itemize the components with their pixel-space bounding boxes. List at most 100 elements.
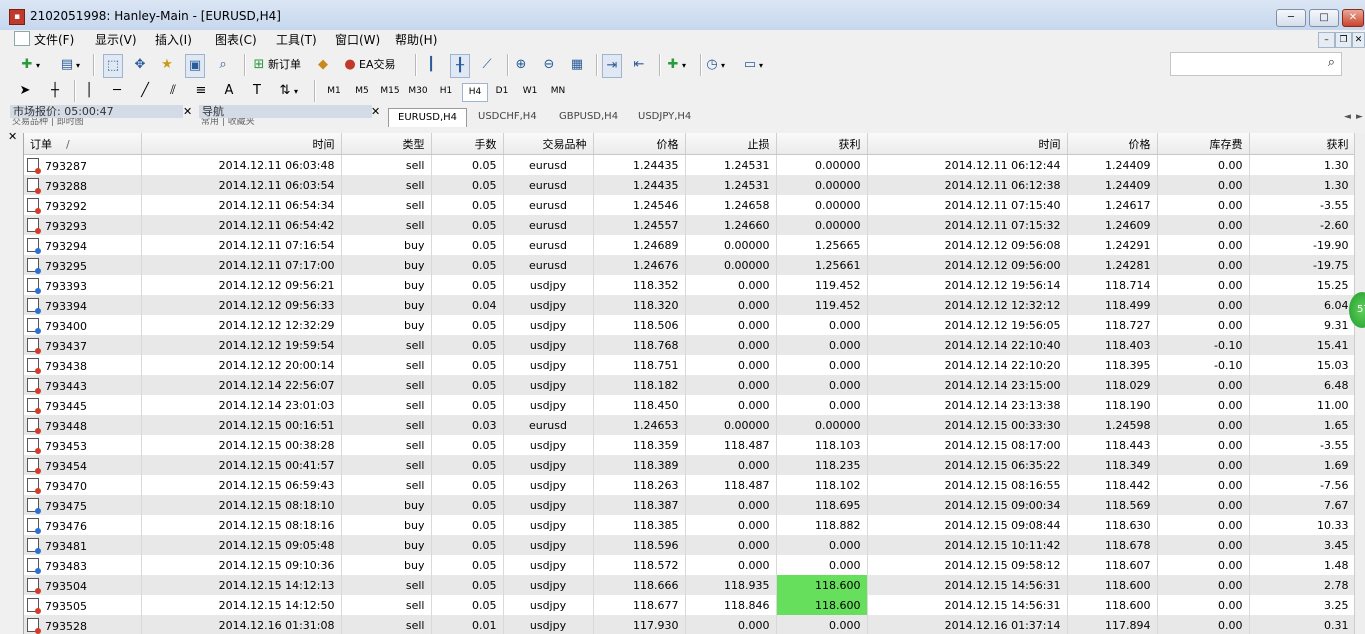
periods-button[interactable]: ◷ ▾ xyxy=(703,54,725,76)
maximize-button[interactable]: □ xyxy=(1309,9,1339,27)
data-window-button[interactable]: ✥ xyxy=(131,54,149,76)
cursor-button[interactable]: ➤ xyxy=(16,80,34,102)
profiles-button[interactable]: ▤ ▾ xyxy=(58,54,80,76)
column-header-order[interactable]: 订单 / xyxy=(24,133,142,155)
close-button[interactable]: ✕ xyxy=(1342,9,1364,27)
navigator-close-icon[interactable]: ✕ xyxy=(371,105,380,118)
strategy-tester-button[interactable]: ⌕ xyxy=(214,54,232,76)
column-header-close-price[interactable]: 价格 xyxy=(1067,133,1158,155)
table-row[interactable]: 793400 2014.12.12 12:32:29 buy 0.05 usdjpy 11… xyxy=(24,315,1355,335)
column-header-lots[interactable]: 手数 xyxy=(431,133,504,155)
table-row[interactable]: 793448 2014.12.15 00:16:51 sell 0.03 eurusd 1… xyxy=(24,415,1355,435)
timeframe-m1[interactable]: M1 xyxy=(322,83,346,100)
equidistant-channel-button[interactable]: ⫽ xyxy=(164,80,182,102)
menu-tools[interactable]: 工具(T) xyxy=(276,31,317,48)
table-row[interactable]: 793504 2014.12.15 14:12:13 sell 0.05 usdjpy 1… xyxy=(24,575,1355,595)
column-header-take-profit[interactable]: 获利 xyxy=(776,133,868,155)
tile-windows-button[interactable]: ▦ xyxy=(568,54,586,76)
timeframe-h1[interactable]: H1 xyxy=(434,83,458,100)
chart-tab-gbpusd[interactable]: GBPUSD,H4 xyxy=(550,108,627,126)
chart-tab-usdjpy[interactable]: USDJPY,H4 xyxy=(629,108,700,126)
navigator-toggle[interactable]: ★ xyxy=(158,54,176,76)
indicators-button[interactable]: ✚ ▾ xyxy=(664,54,686,76)
arrows-button[interactable]: ⇅ ▾ xyxy=(276,80,298,102)
table-row[interactable]: 793470 2014.12.15 06:59:43 sell 0.05 usdjpy 1… xyxy=(24,475,1355,495)
tab-scroll-right-icon[interactable]: ► xyxy=(1356,112,1363,122)
search-icon[interactable]: ⌕ xyxy=(1328,55,1335,70)
fibonacci-button[interactable]: ≡ xyxy=(192,80,210,102)
menu-help[interactable]: 帮助(H) xyxy=(395,31,437,48)
chart-shift-button[interactable]: ⇤ xyxy=(630,54,648,76)
candlestick-button[interactable]: ╂ xyxy=(450,54,470,78)
vertical-line-button[interactable]: │ xyxy=(80,80,98,102)
timeframe-m5[interactable]: M5 xyxy=(350,83,374,100)
templates-button[interactable]: ▭ ▾ xyxy=(741,54,763,76)
menu-insert[interactable]: 插入(I) xyxy=(155,31,192,48)
market-watch-tabs[interactable]: 交易品种 | 即时图 xyxy=(12,118,182,127)
mdi-minimize-button[interactable]: – xyxy=(1318,32,1335,48)
new-chart-button[interactable]: ✚ ▾ xyxy=(18,54,40,76)
new-order-button[interactable]: ⊞ 新订单 xyxy=(250,54,301,76)
chart-tab-eurusd[interactable]: EURUSD,H4 xyxy=(388,108,468,127)
table-row[interactable]: 793453 2014.12.15 00:38:28 sell 0.05 usdjpy 1… xyxy=(24,435,1355,455)
column-header-open-time[interactable]: 时间 xyxy=(141,133,342,155)
column-header-type[interactable]: 类型 xyxy=(341,133,432,155)
auto-scroll-button[interactable]: ⇥ xyxy=(602,54,622,78)
menu-window[interactable]: 窗口(W) xyxy=(335,31,380,48)
table-row[interactable]: 793483 2014.12.15 09:10:36 buy 0.05 usdjpy 11… xyxy=(24,555,1355,575)
mdi-close-button[interactable]: ✕ xyxy=(1352,32,1365,48)
minimize-button[interactable]: ─ xyxy=(1276,9,1306,27)
menu-charts[interactable]: 图表(C) xyxy=(215,31,257,48)
text-button[interactable]: A xyxy=(220,80,238,102)
column-header-open-price[interactable]: 价格 xyxy=(593,133,686,155)
table-row[interactable]: 793394 2014.12.12 09:56:33 buy 0.04 usdjpy 11… xyxy=(24,295,1355,315)
table-row[interactable]: 793476 2014.12.15 08:18:16 buy 0.05 usdjpy 11… xyxy=(24,515,1355,535)
table-row[interactable]: 793437 2014.12.12 19:59:54 sell 0.05 usdjpy 1… xyxy=(24,335,1355,355)
table-row[interactable]: 793505 2014.12.15 14:12:50 sell 0.05 usdjpy 1… xyxy=(24,595,1355,615)
table-row[interactable]: 793295 2014.12.11 07:17:00 buy 0.05 eurusd 1.… xyxy=(24,255,1355,275)
table-row[interactable]: 793445 2014.12.14 23:01:03 sell 0.05 usdjpy 1… xyxy=(24,395,1355,415)
table-row[interactable]: 793294 2014.12.11 07:16:54 buy 0.05 eurusd 1.… xyxy=(24,235,1355,255)
line-chart-button[interactable]: ⟋ xyxy=(478,54,496,76)
timeframe-h4[interactable]: H4 xyxy=(462,83,488,102)
menu-view[interactable]: 显示(V) xyxy=(95,31,137,48)
timeframe-w1[interactable]: W1 xyxy=(518,83,542,100)
market-watch-close-icon[interactable]: ✕ xyxy=(183,105,192,118)
column-header-profit[interactable]: 获利 xyxy=(1249,133,1355,155)
column-header-symbol[interactable]: 交易品种 xyxy=(503,133,594,155)
table-row[interactable]: 793393 2014.12.12 09:56:21 buy 0.05 usdjpy 11… xyxy=(24,275,1355,295)
column-header-close-time[interactable]: 时间 xyxy=(867,133,1068,155)
table-row[interactable]: 793454 2014.12.15 00:41:57 sell 0.05 usdjpy 1… xyxy=(24,455,1355,475)
trendline-button[interactable]: ╱ xyxy=(136,80,154,102)
zoom-in-button[interactable]: ⊕ xyxy=(512,54,530,76)
column-header-stop-loss[interactable]: 止损 xyxy=(685,133,777,155)
table-row[interactable]: 793528 2014.12.16 01:31:08 sell 0.01 usdjpy 1… xyxy=(24,615,1355,634)
timeframe-mn[interactable]: MN xyxy=(546,83,570,100)
navigator-tabs[interactable]: 常用 | 收藏夹 xyxy=(201,118,371,127)
table-row[interactable]: 793443 2014.12.14 22:56:07 sell 0.05 usdjpy 1… xyxy=(24,375,1355,395)
table-row[interactable]: 793293 2014.12.11 06:54:42 sell 0.05 eurusd 1… xyxy=(24,215,1355,235)
chart-tab-usdchf[interactable]: USDCHF,H4 xyxy=(469,108,546,126)
bar-chart-button[interactable]: ┃ xyxy=(422,54,440,76)
table-row[interactable]: 793481 2014.12.15 09:05:48 buy 0.05 usdjpy 11… xyxy=(24,535,1355,555)
timeframe-m15[interactable]: M15 xyxy=(378,83,402,100)
menu-file[interactable]: 文件(F) xyxy=(14,31,74,48)
ea-trading-button[interactable]: ● EA交易 xyxy=(341,54,395,76)
market-watch-toggle[interactable]: ⬚ xyxy=(103,54,123,78)
search-input[interactable]: ⌕ xyxy=(1170,52,1342,76)
table-row[interactable]: 793292 2014.12.11 06:54:34 sell 0.05 eurusd 1… xyxy=(24,195,1355,215)
mdi-restore-button[interactable]: ❐ xyxy=(1335,32,1352,48)
metaeditor-button[interactable]: ◆ xyxy=(314,54,332,76)
zoom-out-button[interactable]: ⊖ xyxy=(540,54,558,76)
crosshair-button[interactable]: ┼ xyxy=(46,80,64,102)
table-row[interactable]: 793475 2014.12.15 08:18:10 buy 0.05 usdjpy 11… xyxy=(24,495,1355,515)
table-row[interactable]: 793287 2014.12.11 06:03:48 sell 0.05 eurusd 1… xyxy=(24,154,1355,175)
table-row[interactable]: 793288 2014.12.11 06:03:54 sell 0.05 eurusd 1… xyxy=(24,175,1355,195)
horizontal-line-button[interactable]: ─ xyxy=(108,80,126,102)
tab-scroll-left-icon[interactable]: ◄ xyxy=(1344,112,1351,122)
vertical-scrollbar[interactable] xyxy=(1354,133,1365,634)
timeframe-d1[interactable]: D1 xyxy=(490,83,514,100)
terminal-close-icon[interactable]: ✕ xyxy=(8,130,17,143)
column-header-swap[interactable]: 库存费 xyxy=(1157,133,1250,155)
text-label-button[interactable]: T xyxy=(248,80,266,102)
